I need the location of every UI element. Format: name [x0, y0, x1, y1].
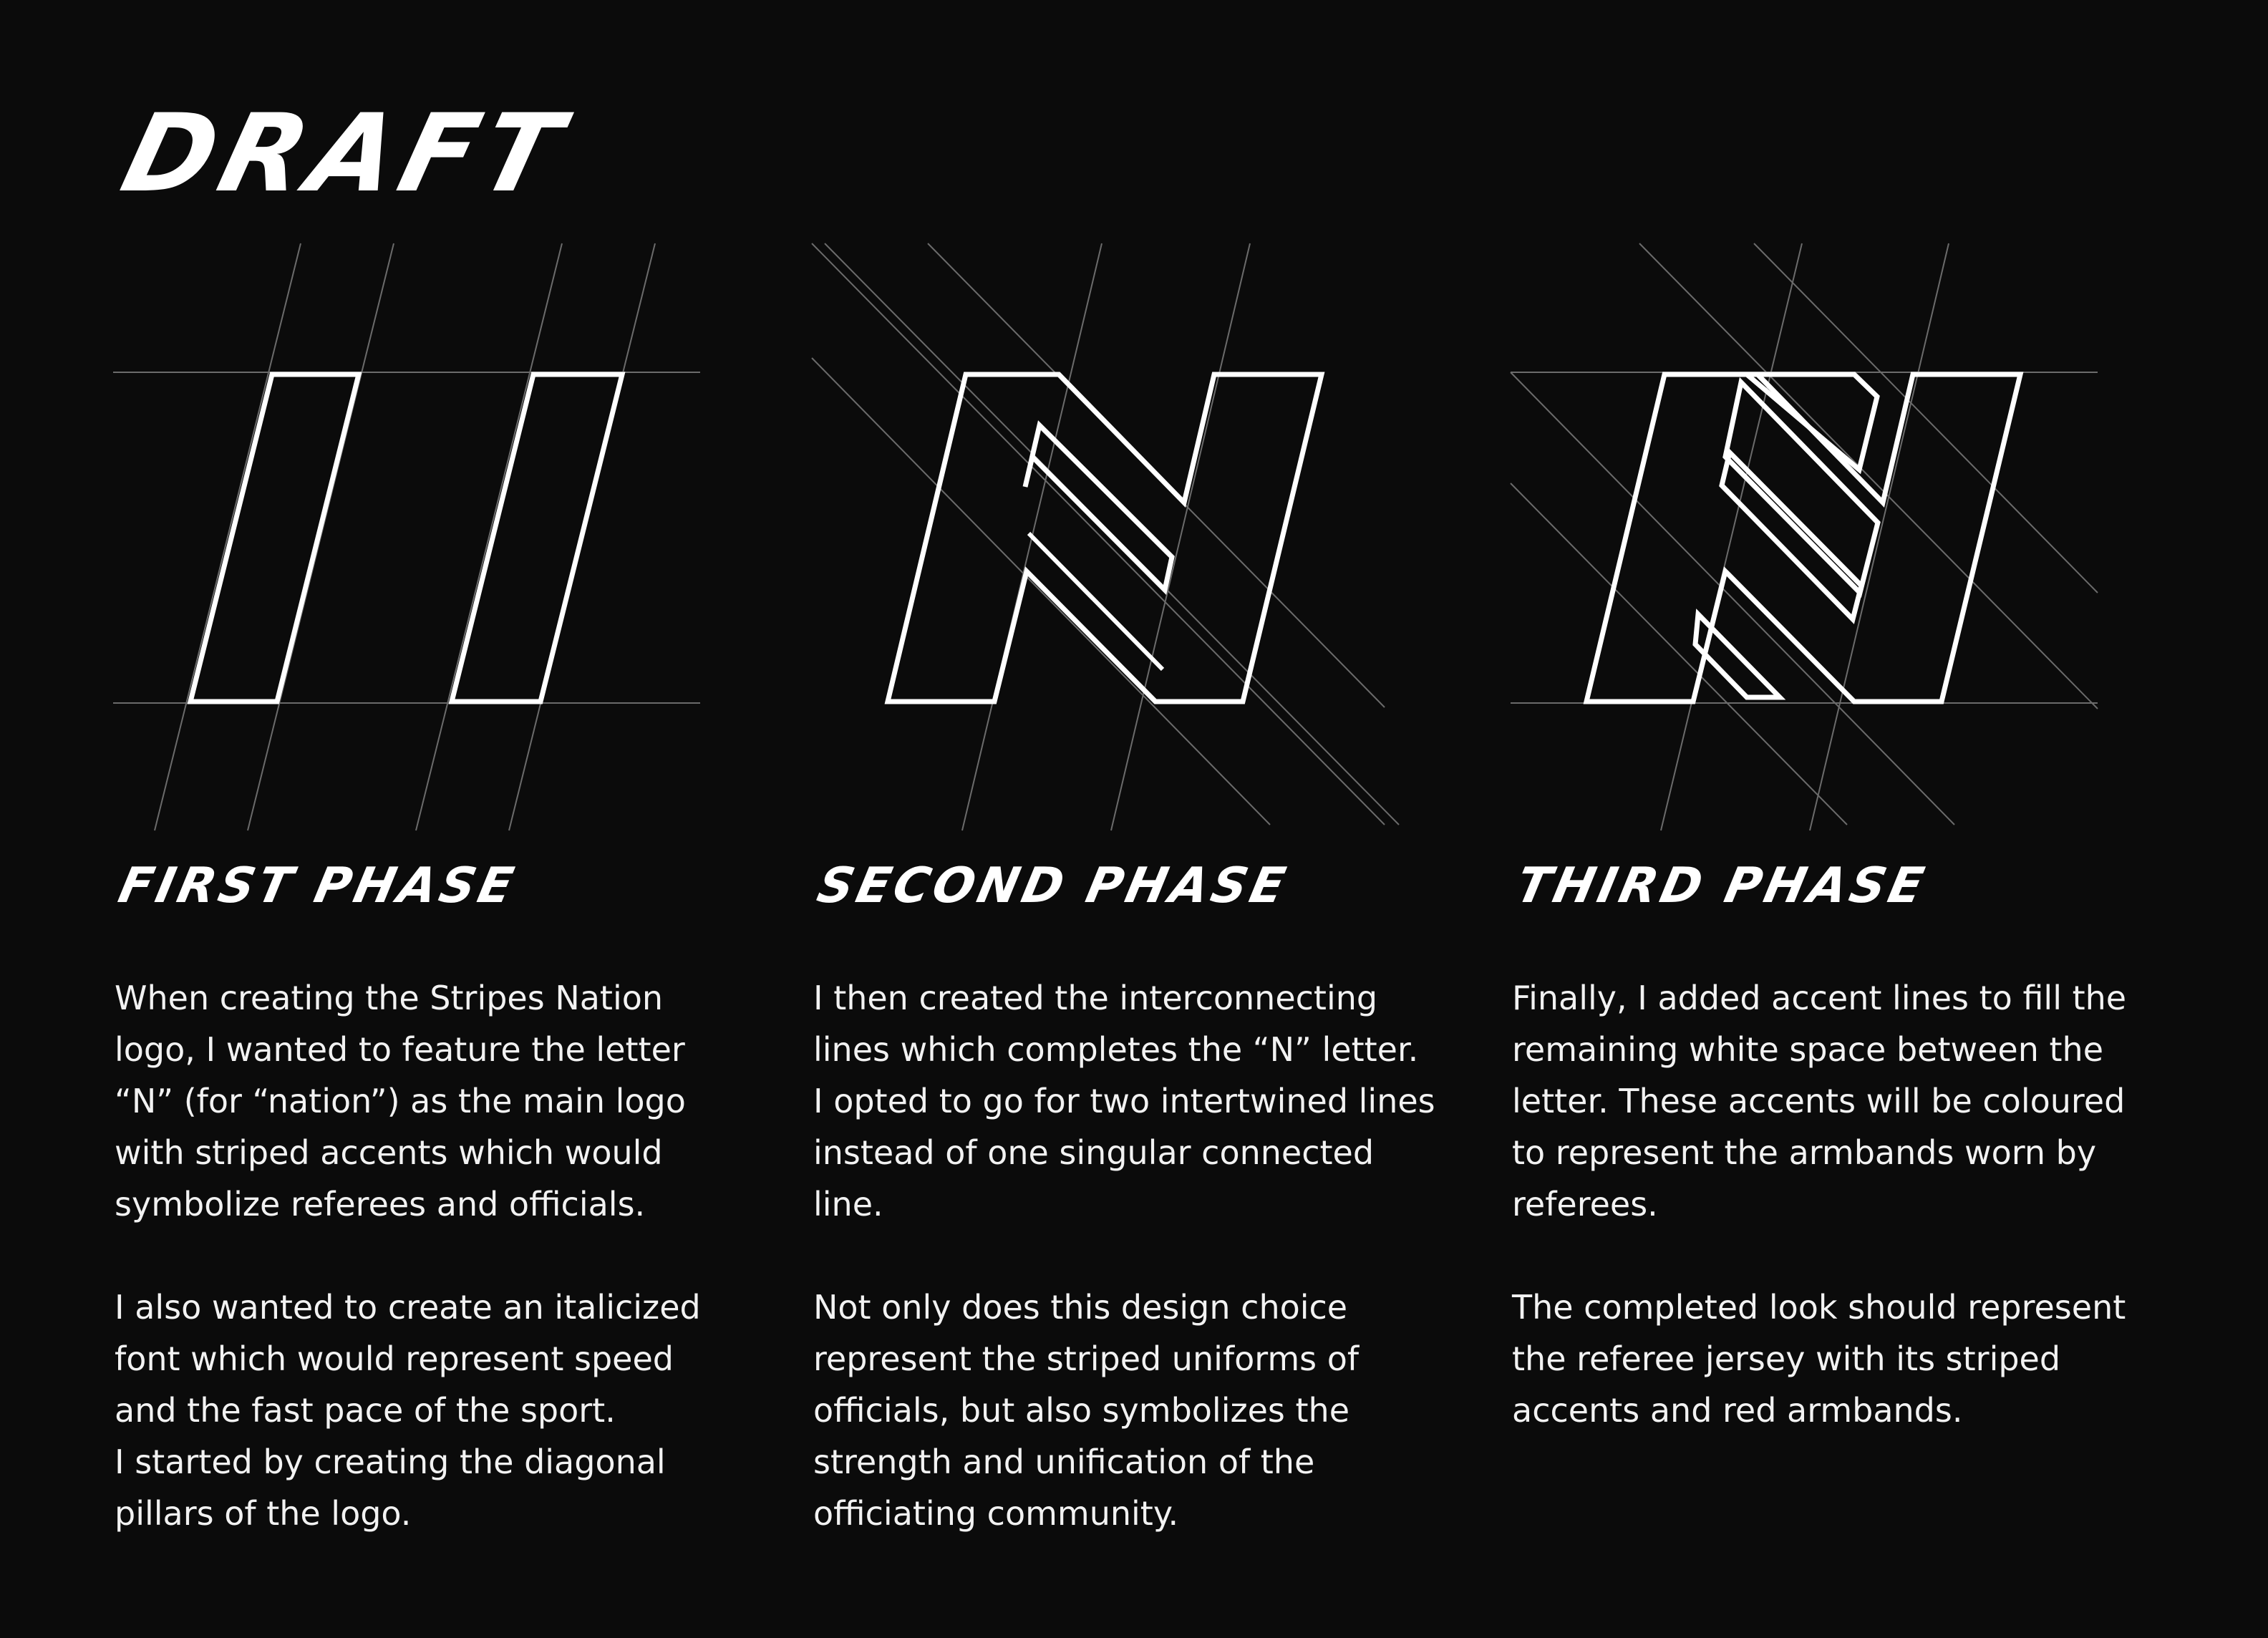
letter-n-stripe-divider	[1027, 531, 1165, 672]
paragraph: The completed look should represent the …	[1512, 1288, 2126, 1430]
first-phase-pillars-drawing	[113, 243, 700, 831]
first-phase-logo-sketch	[113, 243, 707, 831]
third-phase-description: Finally, I added accent lines to fill th…	[1512, 972, 2156, 1488]
third-phase-logo-sketch	[1510, 243, 2105, 831]
paragraph: I then created the interconnecting lines…	[813, 979, 1435, 1223]
letter-n-inner-stripe	[1022, 420, 1175, 596]
third-phase-heading: THIRD PHASE	[1511, 858, 1932, 914]
page-title: DRAFT	[111, 92, 580, 216]
construction-guidelines	[113, 243, 700, 831]
second-phase-n-drawing	[811, 243, 1400, 831]
third-phase-n-drawing	[1510, 243, 2098, 831]
paragraph: I also wanted to create an italicized fo…	[115, 1288, 701, 1533]
accent-stripe-bottom	[1692, 609, 1786, 700]
second-phase-logo-sketch	[811, 243, 1406, 831]
letter-n-outline	[884, 372, 1325, 704]
first-phase-heading: FIRST PHASE	[113, 858, 522, 914]
construction-guidelines	[811, 243, 1400, 831]
paragraph: Finally, I added accent lines to fill th…	[1512, 979, 2127, 1223]
paragraph: Not only does this design choice represe…	[813, 1288, 1360, 1533]
second-phase-heading: SECOND PHASE	[812, 858, 1294, 914]
left-pillar	[187, 372, 362, 704]
second-phase-description: I then created the interconnecting lines…	[813, 972, 1458, 1591]
right-pillar	[448, 372, 626, 704]
first-phase-description: When creating the Stripes Nation logo, I…	[115, 972, 759, 1591]
paragraph: When creating the Stripes Nation logo, I…	[115, 979, 686, 1223]
accent-stripe-middle	[1722, 377, 1881, 598]
